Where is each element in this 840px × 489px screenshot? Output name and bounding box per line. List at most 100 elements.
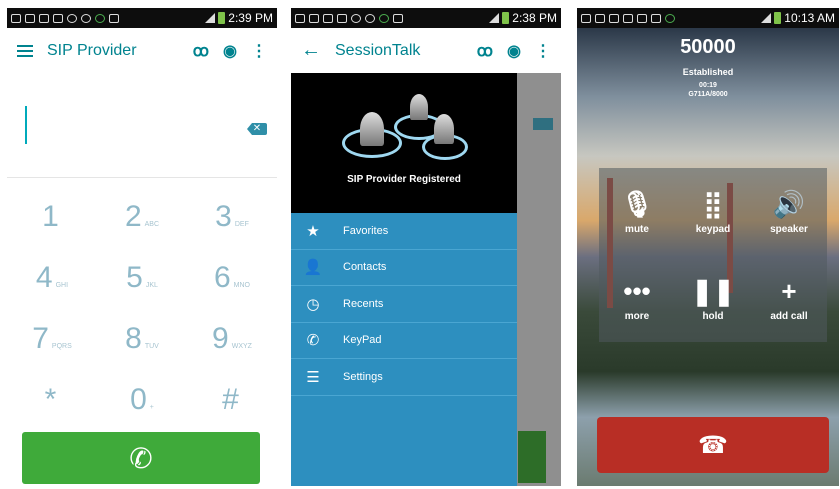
dial-key[interactable]: 6 MNO [187,261,277,295]
phone-icon: ✆ [306,332,320,350]
overflow-menu-icon[interactable]: ⋮ [251,41,267,61]
clock: 10:13 AM [784,11,835,25]
in-call-screen: 10:13 AM 50000 Established 00:19 G711A/8… [577,8,839,486]
dial-key[interactable]: 3 DEF [187,200,277,234]
call-info: 50000 Established 00:19 G711A/8000 [577,36,839,98]
drawer-item-keypad[interactable]: ✆ KeyPad [291,323,517,359]
add-call-button[interactable]: + add call [751,255,827,342]
voicemail-icon[interactable]: ꝏ [193,41,209,61]
dial-key-digit: # [222,382,239,416]
dial-key[interactable]: 2 ABC [97,200,187,234]
speaker-icon: 🔊 [772,189,806,219]
battery-icon [502,12,510,24]
dial-key[interactable]: 8 TUV [97,322,187,356]
keypad-icon: ⣿ [703,189,723,219]
presence-icon[interactable]: ◉ [223,41,237,61]
dial-key[interactable]: 1 [7,200,97,234]
dial-key-digit: 7 [32,321,49,355]
message-icon [393,13,403,23]
text-cursor [25,106,27,144]
drawer-header: SIP Provider Registered [291,73,517,213]
dial-key-digit: 6 [213,260,231,294]
dial-key-digit: 4 [35,260,53,294]
notification-icon [581,13,591,23]
overflow-menu-icon[interactable]: ⋮ [535,41,551,61]
dial-key-letters: JKL [145,281,158,289]
dial-key[interactable]: 4 GHI [7,261,97,295]
sync-icon [67,13,77,23]
dial-key-letters: DEF [234,220,249,228]
dial-key[interactable]: 5 JKL [97,261,187,295]
dial-key[interactable]: 9 WXYZ [187,322,277,356]
clock: 2:38 PM [512,11,557,25]
pause-icon: ❚❚ [691,276,735,306]
usb-icon [623,13,633,23]
called-number: 50000 [680,36,736,58]
dial-key-letters: GHI [55,281,69,289]
voicemail-icon[interactable]: ꝏ [477,41,493,61]
dial-key[interactable]: # [187,383,277,417]
usb-icon [39,13,49,23]
dial-key-digit: 2 [124,199,142,233]
wifi-icon [761,13,772,23]
navigation-drawer: SIP Provider Registered ★ Favorites 👤 Conta… [291,73,517,486]
drawer-item-settings[interactable]: ☰ Settings [291,359,517,396]
mute-button[interactable]: 🎙 mute [599,168,675,255]
dial-key[interactable]: 0 + [97,383,187,417]
dialer-screen: 2:39 PM SIP Provider ꝏ ◉ ⋮ ✕ 1 2 ABC 3 DEF 4 G… [7,8,277,486]
backspace-icon [533,118,553,130]
hang-up-icon: ☎ [698,431,728,459]
dial-key-digit: * [44,382,57,416]
dial-key-letters: + [149,403,154,411]
sessiontalk-logo-icon [334,88,474,168]
drawer-menu: ★ Favorites 👤 Contacts ◷ Recents ✆ KeyPad ☰ Setti… [291,213,517,396]
drawer-item-label: Contacts [343,261,387,274]
drawer-item-favorites[interactable]: ★ Favorites [291,213,517,250]
call-button[interactable]: ✆ [22,432,260,484]
end-call-button[interactable]: ☎ [597,417,829,473]
drawer-item-label: KeyPad [343,334,382,347]
settings-icon: ☰ [306,368,320,386]
dial-key[interactable]: * [7,383,97,417]
presence-icon[interactable]: ◉ [507,41,521,61]
backspace-icon[interactable]: ✕ [247,123,267,135]
app-bar: ← SessionTalk ꝏ ◉ ⋮ [291,28,561,73]
menu-icon[interactable] [17,44,33,57]
drawer-item-contacts[interactable]: 👤 Contacts [291,250,517,286]
dial-key-digit: 0 [130,382,147,416]
number-input[interactable]: ✕ [7,78,277,178]
location-icon [81,13,91,23]
clock: 2:39 PM [228,11,273,25]
phone-icon: ✆ [129,442,153,474]
check-icon [665,13,675,23]
drawer-screen: 2:38 PM ← SessionTalk ꝏ ◉ ⋮ SIP Provider… [291,8,561,486]
star-icon: ★ [306,222,320,240]
location-icon [365,13,375,23]
notification-icon [11,13,21,23]
dial-key-letters: TUV [144,342,159,350]
hold-button[interactable]: ❚❚ hold [675,255,751,342]
dial-key-letters: ABC [144,220,160,228]
status-bar: 2:39 PM [7,8,277,28]
call-controls: 🎙 mute ⣿ keypad 🔊 speaker ••• more ❚❚ ho… [599,168,827,342]
keypad-button[interactable]: ⣿ keypad [675,168,751,255]
more-dots-icon: ••• [623,276,651,306]
app-title: SessionTalk [335,41,421,59]
status-bar: 2:38 PM [291,8,561,28]
drawer-item-label: Settings [343,370,383,383]
status-bar: 10:13 AM [577,8,839,28]
dial-key-letters: WXYZ [231,342,252,350]
call-icon [637,13,647,23]
drawer-item-recents[interactable]: ◷ Recents [291,286,517,323]
dial-keypad: 1 2 ABC 3 DEF 4 GHI 5 JKL 6 MNO 7 PQRS 8 TUV 9 WXYZ * 0 + # [7,186,277,430]
notification-icon [295,13,305,23]
more-button[interactable]: ••• more [599,255,675,342]
speaker-button[interactable]: 🔊 speaker [751,168,827,255]
back-arrow-icon[interactable]: ← [301,39,321,62]
dial-key[interactable]: 7 PQRS [7,322,97,356]
keypad-row: 1 2 ABC 3 DEF [7,186,277,247]
call-duration: 00:19 [699,82,717,89]
sync-icon [351,13,361,23]
battery-icon [774,12,782,24]
wifi-icon [489,13,500,23]
